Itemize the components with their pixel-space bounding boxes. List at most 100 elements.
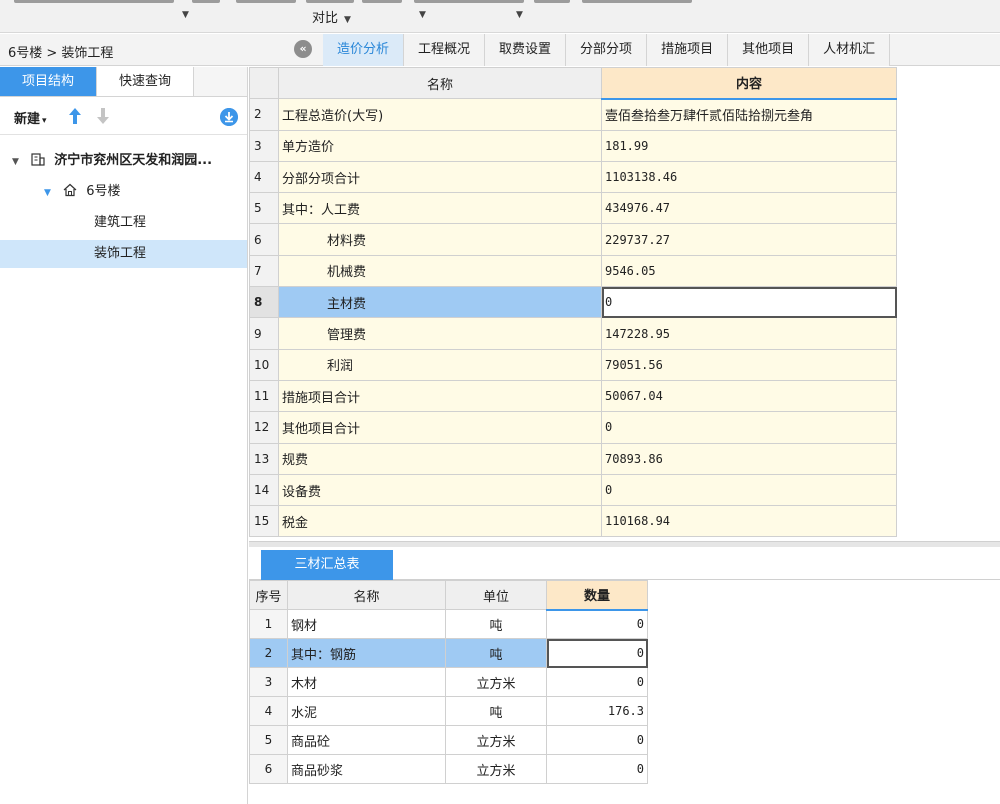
download-icon[interactable] bbox=[220, 108, 238, 126]
table-row[interactable]: 6 材料费 229737.27 bbox=[249, 223, 897, 256]
compare-button[interactable]: 对比 ▼ bbox=[312, 7, 351, 26]
table-row[interactable]: 12 其他项目合计 0 bbox=[249, 411, 897, 444]
table-row[interactable]: 14 设备费 0 bbox=[249, 473, 897, 507]
table-header-name[interactable]: 名称 bbox=[287, 580, 446, 610]
expand-triangle-icon[interactable]: ▼ bbox=[12, 157, 19, 167]
home-icon bbox=[63, 183, 77, 197]
row-name-cell[interactable]: 规费 bbox=[278, 442, 602, 475]
tab-subdivision[interactable]: 分部分项 bbox=[566, 34, 648, 66]
table-row[interactable]: 5 其中：人工费 434976.47 bbox=[249, 192, 897, 225]
table-row[interactable]: 2 其中：钢筋吨 0 bbox=[249, 638, 648, 668]
row-name-cell[interactable]: 其中：人工费 bbox=[278, 192, 602, 225]
row-quantity-cell[interactable]: 0 bbox=[546, 667, 648, 697]
row-value-cell[interactable]: 0 bbox=[601, 411, 897, 444]
tab-project-structure[interactable]: 项目结构 bbox=[0, 67, 97, 96]
tree-node-architecture[interactable]: 建筑工程 bbox=[0, 209, 247, 237]
table-row[interactable]: 2 工程总造价(大写) 壹佰叁拾叁万肆仟贰佰陆拾捌元叁角 bbox=[249, 98, 897, 131]
row-index: 5 bbox=[249, 725, 288, 755]
tree-node-project[interactable]: ▼ 济宁市兖州区天发和润园... bbox=[12, 147, 248, 175]
tab-labor-material[interactable]: 人材机汇 bbox=[809, 34, 891, 66]
table-row[interactable]: 7 机械费 9546.05 bbox=[249, 254, 897, 288]
row-name-cell[interactable]: 木材 bbox=[287, 667, 446, 697]
ribbon-dropdown-arrow[interactable]: ▼ bbox=[182, 10, 189, 20]
row-value-cell[interactable]: 79051.56 bbox=[601, 348, 897, 381]
row-value-cell[interactable]: 0 bbox=[601, 473, 897, 507]
row-value-cell[interactable]: 147228.95 bbox=[601, 317, 897, 350]
tab-materials-summary[interactable]: 三材汇总表 bbox=[261, 550, 393, 580]
table-row[interactable]: 15 税金 110168.94 bbox=[249, 505, 897, 538]
collapse-left-icon[interactable]: « bbox=[294, 40, 312, 58]
row-unit-cell[interactable]: 立方米 bbox=[445, 667, 547, 697]
table-row[interactable]: 3 单方造价 181.99 bbox=[249, 129, 897, 162]
table-row[interactable]: 1 钢材吨 0 bbox=[249, 609, 648, 639]
table-header-seq[interactable]: 序号 bbox=[249, 580, 288, 610]
row-name-cell[interactable]: 分部分项合计 bbox=[278, 160, 602, 194]
row-quantity-cell[interactable]: 0 bbox=[546, 754, 648, 784]
row-name-cell[interactable]: 单方造价 bbox=[278, 129, 602, 162]
row-name-cell[interactable]: 措施项目合计 bbox=[278, 379, 602, 413]
row-name-cell[interactable]: 主材费 bbox=[278, 286, 602, 319]
row-quantity-cell[interactable]: 0 bbox=[546, 638, 648, 668]
row-value-cell[interactable]: 9546.05 bbox=[601, 254, 897, 288]
row-value-cell[interactable]: 1103138.46 bbox=[601, 160, 897, 194]
row-name-cell[interactable]: 其他项目合计 bbox=[278, 411, 602, 444]
row-name-cell[interactable]: 管理费 bbox=[278, 317, 602, 350]
table-header-unit[interactable]: 单位 bbox=[445, 580, 547, 610]
move-up-icon[interactable] bbox=[68, 107, 82, 125]
tree-node-decoration[interactable]: 装饰工程 bbox=[0, 240, 247, 268]
table-row[interactable]: 3 木材 立方米 0 bbox=[249, 667, 648, 697]
row-name-cell[interactable]: 利润 bbox=[278, 348, 602, 381]
table-row[interactable]: 4 水泥吨 176.3 bbox=[249, 696, 648, 726]
row-value-cell[interactable]: 434976.47 bbox=[601, 192, 897, 225]
row-unit-cell[interactable]: 吨 bbox=[445, 609, 547, 639]
new-button[interactable]: 新建 ▾ bbox=[14, 108, 47, 127]
table-row[interactable]: 8 主材费 0 bbox=[249, 286, 897, 319]
row-value-cell[interactable]: 181.99 bbox=[601, 129, 897, 162]
row-unit-cell[interactable]: 立方米 bbox=[445, 725, 547, 755]
row-name-cell[interactable]: 税金 bbox=[278, 505, 602, 538]
row-value-cell[interactable]: 0 bbox=[601, 286, 897, 319]
row-name-cell[interactable]: 钢材 bbox=[287, 609, 446, 639]
table-row[interactable]: 13 规费 70893.86 bbox=[249, 442, 897, 475]
row-index: 7 bbox=[249, 254, 279, 288]
row-unit-cell[interactable]: 立方米 bbox=[445, 754, 547, 784]
table-header-content[interactable]: 内容 bbox=[601, 66, 897, 100]
row-name-cell[interactable]: 工程总造价(大写) bbox=[278, 98, 602, 131]
table-row[interactable]: 9 管理费 147228.95 bbox=[249, 317, 897, 350]
row-name-cell[interactable]: 设备费 bbox=[278, 473, 602, 507]
table-header-name[interactable]: 名称 bbox=[278, 66, 602, 100]
tab-other-items[interactable]: 其他项目 bbox=[728, 34, 810, 66]
row-name-cell[interactable]: 机械费 bbox=[278, 254, 602, 288]
ribbon-dropdown-arrow[interactable]: ▼ bbox=[419, 10, 426, 20]
table-row[interactable]: 5 商品砼 立方米 0 bbox=[249, 725, 648, 755]
row-unit-cell[interactable]: 吨 bbox=[445, 696, 547, 726]
row-unit-cell[interactable]: 吨 bbox=[445, 638, 547, 668]
tab-cost-analysis[interactable]: 造价分析 bbox=[323, 34, 405, 66]
table-row[interactable]: 11 措施项目合计 50067.04 bbox=[249, 379, 897, 413]
row-quantity-cell[interactable]: 0 bbox=[546, 609, 648, 639]
row-name-cell[interactable]: 其中：钢筋 bbox=[287, 638, 446, 668]
tab-fee-settings[interactable]: 取费设置 bbox=[485, 34, 567, 66]
row-value-cell[interactable]: 110168.94 bbox=[601, 505, 897, 538]
row-quantity-cell[interactable]: 176.3 bbox=[546, 696, 648, 726]
row-name-cell[interactable]: 材料费 bbox=[278, 223, 602, 256]
row-quantity-cell[interactable]: 0 bbox=[546, 725, 648, 755]
row-value-cell[interactable]: 壹佰叁拾叁万肆仟贰佰陆拾捌元叁角 bbox=[601, 98, 897, 131]
tab-project-overview[interactable]: 工程概况 bbox=[404, 34, 486, 66]
row-name-cell[interactable]: 商品砂浆 bbox=[287, 754, 446, 784]
row-value-cell[interactable]: 229737.27 bbox=[601, 223, 897, 256]
ribbon-dropdown-arrow[interactable]: ▼ bbox=[516, 10, 523, 20]
table-row[interactable]: 6 商品砂浆 立方米 0 bbox=[249, 754, 648, 784]
table-row[interactable]: 4 分部分项合计 1103138.46 bbox=[249, 160, 897, 194]
row-name-cell[interactable]: 商品砼 bbox=[287, 725, 446, 755]
table-row[interactable]: 10 利润 79051.56 bbox=[249, 348, 897, 381]
expand-triangle-icon[interactable]: ▼ bbox=[44, 188, 51, 198]
row-name-cell[interactable]: 水泥 bbox=[287, 696, 446, 726]
row-value-cell[interactable]: 70893.86 bbox=[601, 442, 897, 475]
move-down-icon[interactable] bbox=[96, 107, 110, 125]
tree-node-building[interactable]: ▼ 6号楼 bbox=[44, 178, 248, 206]
table-header-quantity[interactable]: 数量 bbox=[546, 580, 648, 611]
tab-measures[interactable]: 措施项目 bbox=[647, 34, 729, 66]
tab-quick-search[interactable]: 快速查询 bbox=[97, 67, 194, 96]
row-value-cell[interactable]: 50067.04 bbox=[601, 379, 897, 413]
